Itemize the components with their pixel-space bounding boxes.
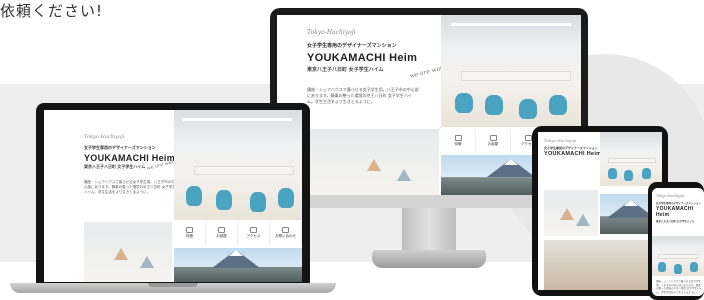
- site-title: YOUKAMACHI Heim: [544, 151, 602, 157]
- site-tagline: 東京八王子八日町 女子学生ハイム: [656, 220, 695, 223]
- laptop-screen: Tokyo-Hachiyoji 女子学生専用のデザイナーズマンション YOUKA…: [44, 110, 302, 282]
- grid-icon: [454, 135, 462, 141]
- map-icon: [250, 227, 257, 233]
- site-description: 講座・シェアハウスで暮らせる女子学生用。八王子市の中心部にあります。静粛の整った…: [84, 180, 176, 194]
- hero-text-block: Tokyo-Hachiyoji 女子学生専用のデザイナーズマンション YOUKA…: [307, 29, 437, 105]
- website-preview: Tokyo-Hachiyoji 女子学生専用のデザイナーズマンション YOUKA…: [44, 110, 302, 282]
- nav-item[interactable]: お部屋: [206, 222, 238, 244]
- page-heading: 依頼ください!: [0, 2, 104, 20]
- lamp-photo: [84, 222, 172, 282]
- map-icon: [524, 135, 532, 141]
- monitor-stand-base: [372, 250, 486, 268]
- website-preview: Tokyo-Hachiyoji 女子学生専用のデザイナーズマンション YOUKA…: [652, 188, 704, 296]
- interior-photo: [544, 240, 662, 290]
- nav-item[interactable]: お問い合わせ: [270, 222, 302, 244]
- room-icon: [218, 227, 225, 233]
- site-logo: Tokyo-Hachiyoji: [544, 138, 577, 143]
- hero-text-block: Tokyo-Hachiyoji 女子学生専用のデザイナーズマンション YOUKA…: [544, 138, 604, 157]
- site-nav: 特徴 お部屋 アクセス お問い合わせ: [174, 222, 302, 244]
- hero-photo: [600, 132, 662, 186]
- grid-icon: [186, 227, 193, 233]
- site-title: YOUKAMACHI Heim: [307, 52, 418, 64]
- sub-tagline: 女子学生専用のデザイナーズマンション: [544, 146, 598, 150]
- sub-tagline: 女子学生専用のデザイナーズマンション: [84, 145, 156, 150]
- mountain-photo: [174, 248, 302, 282]
- nav-item[interactable]: 特徴: [441, 129, 476, 153]
- sub-tagline: 女子学生専用のデザイナーズマンション: [307, 43, 397, 49]
- devices-showcase: 依頼ください! Tokyo-Hachiyoji 女子学生専用のデザイナーズマンシ…: [0, 0, 704, 300]
- hero-photo: [652, 236, 704, 276]
- site-description: 講座・シェアハウスで暮らせる女子学生用。八王子市の中心部にあります。静粛の整った…: [656, 280, 702, 294]
- mail-icon: [282, 227, 289, 233]
- hero-photo: [174, 110, 302, 220]
- phone-screen: Tokyo-Hachiyoji 女子学生専用のデザイナーズマンション YOUKA…: [652, 188, 704, 296]
- lamp-photo: [307, 129, 439, 195]
- website-preview: Tokyo-Hachiyoji 女子学生専用のデザイナーズマンション YOUKA…: [538, 132, 662, 290]
- room-icon: [489, 135, 497, 141]
- monitor-stand-neck: [402, 208, 456, 254]
- site-logo: Tokyo-Hachiyoji: [307, 29, 356, 36]
- sub-tagline: 女子学生専用のデザイナーズマンション: [656, 202, 701, 205]
- nav-item[interactable]: アクセス: [238, 222, 270, 244]
- site-logo: Tokyo-Hachiyoji: [656, 194, 685, 198]
- nav-item[interactable]: 特徴: [174, 222, 206, 244]
- laptop-notch: [148, 283, 198, 287]
- site-title: YOUKAMACHI Heim: [656, 206, 694, 218]
- lamp-photo: [544, 190, 598, 236]
- tablet-screen: Tokyo-Hachiyoji 女子学生専用のデザイナーズマンション YOUKA…: [538, 132, 662, 290]
- hero-photo: [441, 15, 581, 127]
- site-description: 講座・シェアハウスで暮らせる女子学生用。八王子市の中心部にあります。静粛の整った…: [307, 87, 419, 104]
- hero-text-block: Tokyo-Hachiyoji 女子学生専用のデザイナーズマンション YOUKA…: [656, 194, 702, 223]
- nav-item[interactable]: お部屋: [476, 129, 511, 153]
- site-logo: Tokyo-Hachiyoji: [84, 134, 125, 140]
